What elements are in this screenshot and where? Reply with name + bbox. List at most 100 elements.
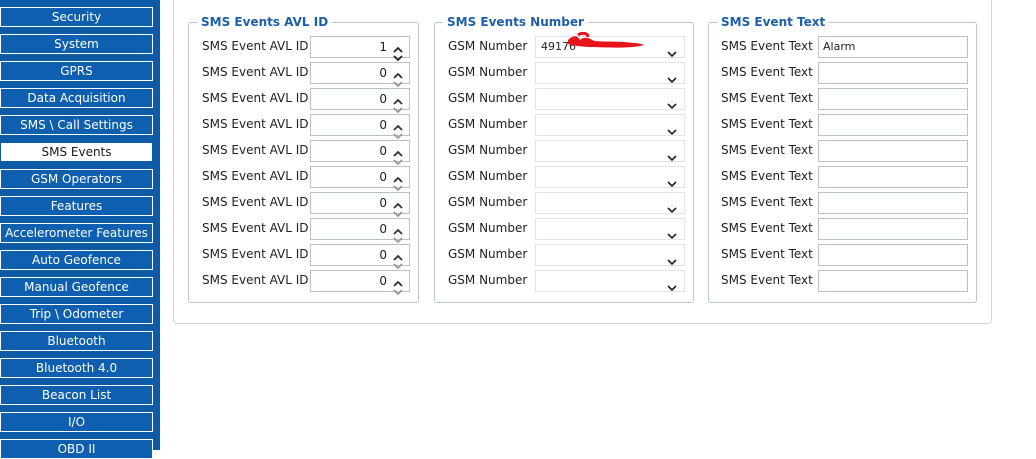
sms-text-label: SMS Event Text bbox=[721, 273, 813, 287]
spinner-up-icon[interactable] bbox=[392, 195, 404, 209]
gsm-number-row: GSM Number bbox=[435, 218, 693, 240]
chevron-down-icon[interactable] bbox=[667, 43, 677, 58]
chevron-down-icon[interactable] bbox=[667, 95, 677, 110]
sidebar-item-i-o[interactable]: I/O bbox=[0, 412, 153, 432]
sms-text-label: SMS Event Text bbox=[721, 143, 813, 157]
gsm-number-select[interactable] bbox=[535, 62, 685, 84]
sidebar-item-accelerometer-features[interactable]: Accelerometer Features bbox=[0, 223, 153, 243]
gsm-number-row: GSM Number bbox=[435, 166, 693, 188]
avl-id-spinner[interactable]: 1 bbox=[310, 36, 410, 62]
sidebar-item-gprs[interactable]: GPRS bbox=[0, 61, 153, 81]
sidebar-item-bluetooth[interactable]: Bluetooth bbox=[0, 331, 153, 351]
avl-id-row: SMS Event AVL ID 0 bbox=[189, 192, 418, 218]
sidebar-item-data-acquisition[interactable]: Data Acquisition bbox=[0, 88, 153, 108]
spinner-down-icon[interactable] bbox=[392, 178, 404, 192]
spinner-down-icon[interactable] bbox=[392, 230, 404, 244]
avl-id-row: SMS Event AVL ID 0 bbox=[189, 140, 418, 166]
sidebar-item-security[interactable]: Security bbox=[0, 7, 153, 27]
gsm-number-select[interactable] bbox=[535, 244, 685, 266]
avl-id-value: 1 bbox=[379, 40, 387, 54]
avl-id-spinner[interactable]: 0 bbox=[310, 218, 410, 244]
avl-id-label: SMS Event AVL ID bbox=[202, 117, 309, 131]
sidebar-item-features[interactable]: Features bbox=[0, 196, 153, 216]
avl-id-value: 0 bbox=[379, 118, 387, 132]
sidebar-item-manual-geofence[interactable]: Manual Geofence bbox=[0, 277, 153, 297]
gsm-number-select[interactable]: 49176 bbox=[535, 31, 685, 58]
avl-id-value: 0 bbox=[379, 196, 387, 210]
sms-text-input[interactable] bbox=[818, 192, 968, 214]
sms-text-row: SMS Event Text Alarm bbox=[709, 36, 976, 58]
spinner-down-icon[interactable] bbox=[392, 100, 404, 114]
gsm-number-select[interactable] bbox=[535, 270, 685, 292]
chevron-down-icon[interactable] bbox=[667, 225, 677, 240]
sms-text-group: SMS Event Text SMS Event Text Alarm SMS Ev… bbox=[708, 14, 977, 303]
avl-id-spinner[interactable]: 0 bbox=[310, 270, 410, 296]
gsm-number-label: GSM Number bbox=[448, 273, 528, 287]
avl-id-value: 0 bbox=[379, 170, 387, 184]
sidebar-item-bluetooth-4-0[interactable]: Bluetooth 4.0 bbox=[0, 358, 153, 378]
gsm-number-select[interactable] bbox=[535, 218, 685, 240]
spinner-down-icon[interactable] bbox=[392, 204, 404, 218]
sidebar-item-sms-events[interactable]: SMS Events bbox=[0, 142, 153, 162]
sms-text-row: SMS Event Text bbox=[709, 166, 976, 188]
avl-id-label: SMS Event AVL ID bbox=[202, 221, 309, 235]
sidebar-item-gsm-operators[interactable]: GSM Operators bbox=[0, 169, 153, 189]
gsm-number-select[interactable] bbox=[535, 192, 685, 214]
spinner-down-icon[interactable] bbox=[392, 256, 404, 270]
sidebar-item-obd-ii[interactable]: OBD II bbox=[0, 439, 153, 459]
chevron-down-icon[interactable] bbox=[667, 173, 677, 188]
spinner-down-icon[interactable] bbox=[392, 152, 404, 166]
sms-text-row: SMS Event Text bbox=[709, 140, 976, 162]
spinner-up-icon[interactable] bbox=[392, 221, 404, 235]
spinner-up-icon[interactable] bbox=[392, 65, 404, 79]
sidebar-item-beacon-list[interactable]: Beacon List bbox=[0, 385, 153, 405]
spinner-up-icon[interactable] bbox=[392, 169, 404, 183]
sms-text-input[interactable] bbox=[818, 218, 968, 240]
sms-text-input[interactable] bbox=[818, 114, 968, 136]
gsm-number-select[interactable] bbox=[535, 140, 685, 162]
sms-text-input[interactable] bbox=[818, 166, 968, 188]
sidebar-item-trip-odometer[interactable]: Trip \ Odometer bbox=[0, 304, 153, 324]
spinner-up-icon[interactable] bbox=[392, 91, 404, 105]
gsm-number-select[interactable] bbox=[535, 88, 685, 110]
spinner-up-icon[interactable] bbox=[392, 117, 404, 131]
sms-text-input[interactable] bbox=[818, 88, 968, 110]
gsm-number-select[interactable] bbox=[535, 114, 685, 136]
gsm-number-row: GSM Number 49176 bbox=[435, 31, 693, 58]
gsm-number-select[interactable] bbox=[535, 166, 685, 188]
avl-id-spinner[interactable]: 0 bbox=[310, 140, 410, 166]
chevron-down-icon[interactable] bbox=[667, 121, 677, 136]
spinner-down-icon[interactable] bbox=[392, 282, 404, 296]
avl-id-spinner[interactable]: 0 bbox=[310, 114, 410, 140]
sidebar-item-system[interactable]: System bbox=[0, 34, 153, 54]
sms-text-input[interactable] bbox=[818, 270, 968, 292]
sms-text-group-title: SMS Event Text bbox=[717, 14, 830, 30]
sms-text-row: SMS Event Text bbox=[709, 88, 976, 110]
chevron-down-icon[interactable] bbox=[667, 199, 677, 214]
gsm-number-row: GSM Number bbox=[435, 270, 693, 292]
avl-id-spinner[interactable]: 0 bbox=[310, 166, 410, 192]
sms-number-group: SMS Events Number GSM Number 49176 GSM Num… bbox=[434, 14, 694, 303]
sms-text-input[interactable] bbox=[818, 140, 968, 162]
sms-text-input[interactable] bbox=[818, 62, 968, 84]
spinner-down-icon[interactable] bbox=[392, 126, 404, 140]
chevron-down-icon[interactable] bbox=[667, 251, 677, 266]
avl-id-spinner[interactable]: 0 bbox=[310, 88, 410, 114]
gsm-number-label: GSM Number bbox=[448, 169, 528, 183]
chevron-down-icon[interactable] bbox=[667, 147, 677, 162]
avl-id-spinner[interactable]: 0 bbox=[310, 192, 410, 218]
avl-id-spinner[interactable]: 0 bbox=[310, 62, 410, 88]
sidebar-item-auto-geofence[interactable]: Auto Geofence bbox=[0, 250, 153, 270]
avl-id-spinner[interactable]: 0 bbox=[310, 244, 410, 270]
spinner-up-icon[interactable] bbox=[392, 247, 404, 261]
sidebar-item-sms-call-settings[interactable]: SMS \ Call Settings bbox=[0, 115, 153, 135]
spinner-up-icon[interactable] bbox=[392, 39, 404, 53]
spinner-down-icon[interactable] bbox=[392, 48, 404, 62]
spinner-down-icon[interactable] bbox=[392, 74, 404, 88]
spinner-up-icon[interactable] bbox=[392, 273, 404, 287]
sms-text-input[interactable]: Alarm bbox=[818, 36, 968, 58]
spinner-up-icon[interactable] bbox=[392, 143, 404, 157]
chevron-down-icon[interactable] bbox=[667, 277, 677, 292]
sms-text-input[interactable] bbox=[818, 244, 968, 266]
chevron-down-icon[interactable] bbox=[667, 69, 677, 84]
